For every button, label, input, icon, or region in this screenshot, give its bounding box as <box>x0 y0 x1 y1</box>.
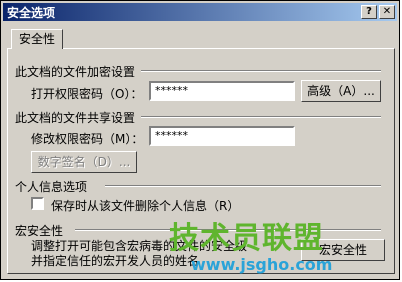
security-options-dialog: 安全选项 ? ✕ 安全性 此文档的文件加密设置 打开权限密码（O）： *****… <box>0 0 400 280</box>
open-password-field[interactable]: ****** <box>149 81 295 101</box>
modify-password-label: 修改权限密码（M）： <box>31 132 144 146</box>
watermark-url: www.jsgho.com <box>191 255 333 274</box>
advanced-button[interactable]: 高级（A）... <box>301 80 381 102</box>
section-divider <box>105 185 381 187</box>
title-bar: 安全选项 ? ✕ <box>3 3 397 21</box>
section-divider <box>141 116 381 118</box>
watermark-logo-text: 技术员联盟 <box>169 221 324 256</box>
macro-section-heading: 宏安全性 <box>15 224 64 238</box>
section-divider <box>141 70 381 72</box>
help-button[interactable]: ? <box>361 5 377 19</box>
share-section-heading: 此文档的文件共享设置 <box>15 111 136 125</box>
close-button[interactable]: ✕ <box>379 5 395 19</box>
privacy-section-heading: 个人信息选项 <box>15 180 88 194</box>
close-icon: ✕ <box>382 6 392 17</box>
remove-personal-info-checkbox[interactable] <box>31 197 44 210</box>
encrypt-section-heading: 此文档的文件加密设置 <box>15 65 136 79</box>
modify-password-field[interactable]: ****** <box>149 126 295 146</box>
tab-security[interactable]: 安全性 <box>11 29 63 49</box>
digital-signature-button[interactable]: 数字签名（D）... <box>31 151 137 173</box>
window-title: 安全选项 <box>7 6 56 20</box>
open-password-label: 打开权限密码（O）： <box>31 87 143 101</box>
remove-personal-info-label[interactable]: 保存时从该文件删除个人信息（R） <box>51 197 239 214</box>
